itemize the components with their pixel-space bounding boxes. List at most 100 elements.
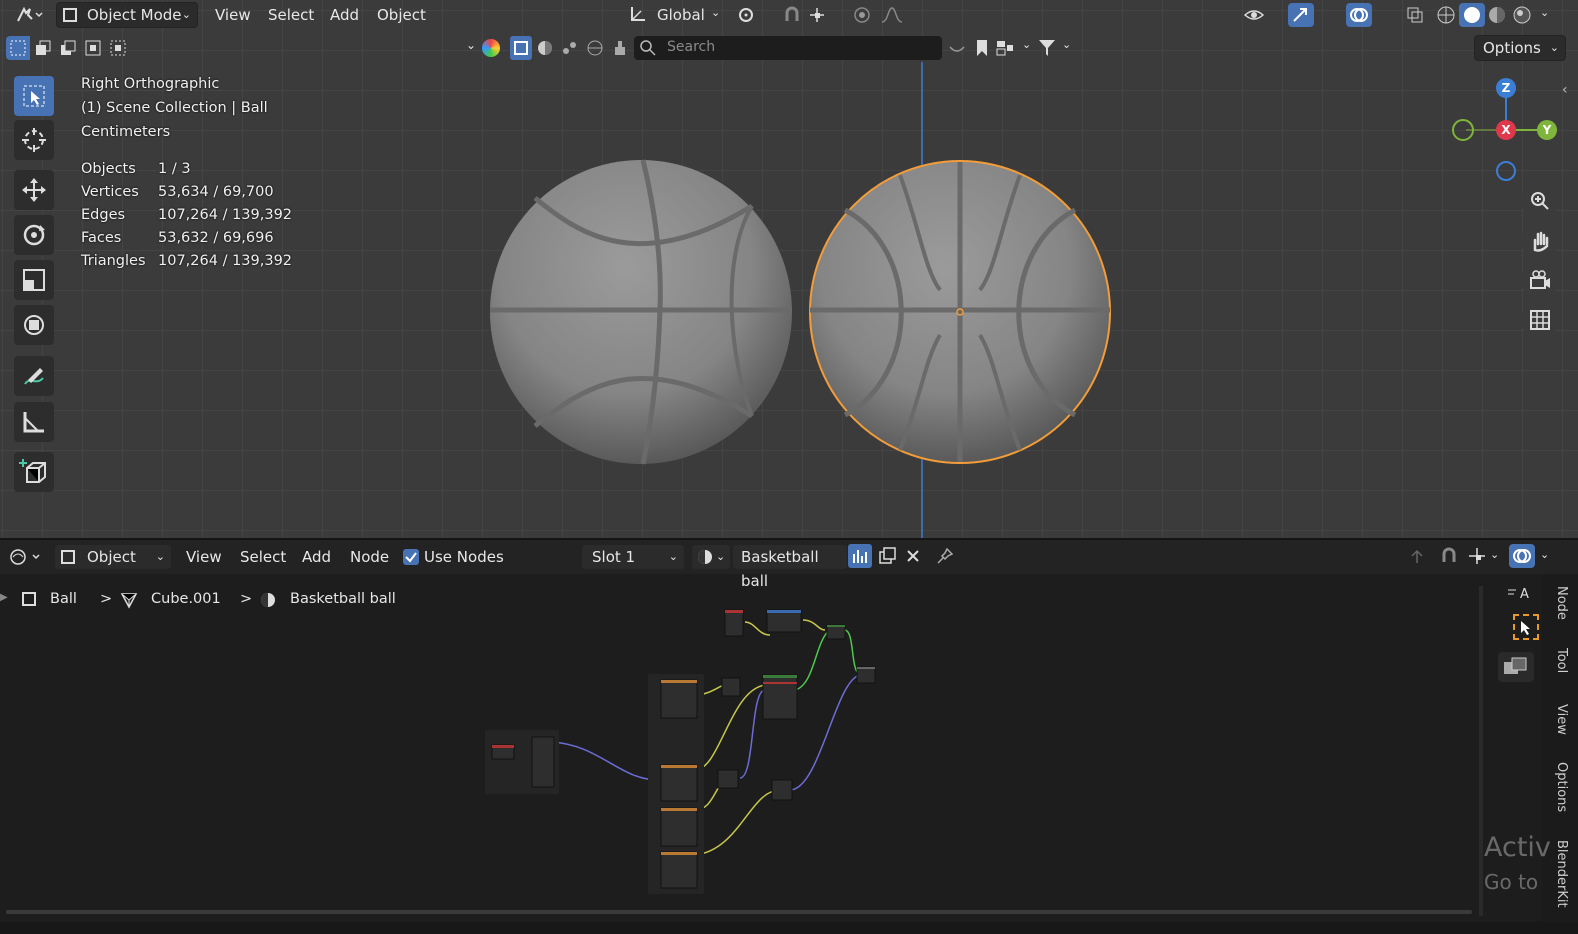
- shader-type-dropdown[interactable]: Object ⌄: [54, 544, 172, 570]
- move-tool[interactable]: [14, 170, 54, 210]
- pivot-point-icon[interactable]: [737, 4, 759, 26]
- gizmo-toggle-button[interactable]: [1288, 3, 1314, 27]
- annotate-tool[interactable]: [14, 356, 54, 396]
- fake-user-button[interactable]: [848, 544, 872, 568]
- basketball-models[interactable]: [480, 150, 1130, 480]
- hand-icon: [1533, 231, 1549, 252]
- use-nodes-checkbox[interactable]: [403, 549, 419, 565]
- stat-label: Vertices: [81, 184, 139, 200]
- object-filter-icon[interactable]: [510, 36, 532, 60]
- parent-node-tree-icon[interactable]: [1406, 545, 1428, 567]
- measure-ruler-icon: [23, 412, 44, 433]
- slot-dropdown[interactable]: Slot 1 ⌄: [581, 544, 685, 570]
- select-box-tool[interactable]: [14, 76, 54, 116]
- menu-view[interactable]: View: [215, 6, 251, 24]
- gizmo-x-axis[interactable]: X: [1496, 120, 1516, 140]
- wireframe-shading-icon[interactable]: [1435, 4, 1457, 26]
- world-filter-icon[interactable]: [584, 37, 606, 59]
- use-nodes-label[interactable]: Use Nodes: [424, 548, 504, 566]
- select-difference-icon[interactable]: [82, 37, 104, 59]
- proportional-falloff-icon[interactable]: [880, 4, 902, 26]
- bookmark-icon[interactable]: [971, 37, 993, 59]
- pin-icon[interactable]: [934, 545, 956, 567]
- duplicate-material-icon[interactable]: [876, 545, 898, 567]
- proportional-editing-icon[interactable]: [851, 4, 873, 26]
- camera-view-button[interactable]: [1521, 263, 1559, 297]
- solid-shading-button[interactable]: [1459, 3, 1485, 27]
- select-subtract-icon[interactable]: [57, 37, 79, 59]
- object-mode-dropdown[interactable]: Object Mode ⌄: [56, 2, 198, 28]
- links-cut-tool-icon[interactable]: [1498, 652, 1534, 682]
- scale-tool[interactable]: [14, 260, 54, 300]
- menu-node[interactable]: Node: [350, 548, 389, 566]
- overlays-toggle-button[interactable]: [1346, 3, 1372, 27]
- viewport-header: Object Mode ⌄ View Select Add Object Glo…: [0, 0, 1578, 30]
- gizmo-y-axis[interactable]: Y: [1537, 120, 1557, 140]
- menu-select[interactable]: Select: [268, 6, 314, 24]
- editor-type-icon[interactable]: [12, 4, 46, 26]
- gizmo-z-axis[interactable]: Z: [1496, 78, 1516, 98]
- sidebar-toggle-icon[interactable]: ‹: [1562, 82, 1568, 98]
- basketball-right-selected[interactable]: [809, 160, 1111, 464]
- filter-funnel-icon[interactable]: [1036, 37, 1058, 59]
- navigation-gizmo[interactable]: Z X Y: [1440, 72, 1570, 188]
- chevron-down-icon[interactable]: ⌄: [1062, 38, 1071, 51]
- xray-toggle-icon[interactable]: [1404, 4, 1426, 26]
- basketball-left[interactable]: [490, 159, 792, 465]
- menu-add[interactable]: Add: [330, 6, 359, 24]
- search-field[interactable]: Search: [634, 36, 942, 60]
- chevron-down-icon[interactable]: ⌄: [1022, 38, 1031, 51]
- snap-target-icon[interactable]: [806, 4, 828, 26]
- node-graph[interactable]: [480, 600, 900, 900]
- material-name-field[interactable]: Basketball ball: [732, 544, 848, 590]
- ortho-toggle-button[interactable]: [1521, 303, 1559, 337]
- link-icon[interactable]: [946, 37, 968, 59]
- select-intersect-icon[interactable]: [107, 37, 129, 59]
- tab-options[interactable]: Options: [1545, 762, 1569, 812]
- snap-grid-icon[interactable]: [1466, 545, 1488, 567]
- particles-filter-icon[interactable]: [559, 37, 581, 59]
- tab-tool[interactable]: Tool: [1545, 648, 1569, 673]
- transform-tool[interactable]: [14, 305, 54, 345]
- rotate-tool[interactable]: [14, 215, 54, 255]
- move-arrows-icon: [22, 178, 46, 202]
- tab-view[interactable]: View: [1545, 704, 1569, 735]
- chevron-down-icon[interactable]: ⌄: [1540, 548, 1549, 561]
- menu-object[interactable]: Object: [377, 6, 426, 24]
- display-mode-icon[interactable]: [994, 37, 1016, 59]
- material-filter-icon[interactable]: [534, 37, 556, 59]
- measure-tool[interactable]: [14, 402, 54, 442]
- chevron-down-icon[interactable]: ⌄: [466, 38, 476, 52]
- text-annotate-icon[interactable]: A: [1506, 582, 1532, 604]
- chevron-down-icon[interactable]: ⌄: [1490, 548, 1499, 561]
- options-dropdown[interactable]: Options ⌄: [1474, 35, 1566, 61]
- editor-type-icon[interactable]: [8, 546, 44, 568]
- color-filter-icon[interactable]: [482, 39, 500, 57]
- visibility-eye-icon[interactable]: [1243, 4, 1265, 26]
- overlays-toggle-button[interactable]: [1509, 544, 1535, 568]
- select-new-icon[interactable]: [6, 36, 30, 60]
- menu-select[interactable]: Select: [240, 548, 286, 566]
- snap-icon[interactable]: [781, 4, 803, 26]
- region-scrollbar[interactable]: [1479, 586, 1483, 916]
- menu-view[interactable]: View: [186, 548, 222, 566]
- cursor-tool[interactable]: [14, 120, 54, 160]
- unlink-material-icon[interactable]: [902, 545, 924, 567]
- menu-add[interactable]: Add: [302, 548, 331, 566]
- rendered-shading-icon[interactable]: [1511, 4, 1533, 26]
- 3d-viewport[interactable]: Object Mode ⌄ View Select Add Object Glo…: [0, 0, 1578, 538]
- zoom-button[interactable]: [1521, 184, 1559, 218]
- select-extend-icon[interactable]: [32, 37, 54, 59]
- brush-filter-icon[interactable]: [609, 37, 631, 59]
- pan-button[interactable]: [1521, 224, 1559, 258]
- transform-orientation-dropdown[interactable]: Global ⌄: [625, 2, 725, 26]
- add-cube-tool[interactable]: [14, 452, 54, 492]
- horizontal-scrollbar[interactable]: [6, 910, 1472, 914]
- material-preview-icon[interactable]: [1486, 4, 1508, 26]
- chevron-down-icon[interactable]: ⌄: [1540, 6, 1549, 19]
- browse-material-button[interactable]: ⌄: [691, 544, 731, 570]
- shader-node-editor[interactable]: Object ⌄ View Select Add Node Use Nodes …: [0, 540, 1578, 934]
- tab-node[interactable]: Node: [1545, 586, 1569, 620]
- snap-magnet-icon[interactable]: [1438, 545, 1460, 567]
- select-tool-icon[interactable]: [1513, 614, 1539, 640]
